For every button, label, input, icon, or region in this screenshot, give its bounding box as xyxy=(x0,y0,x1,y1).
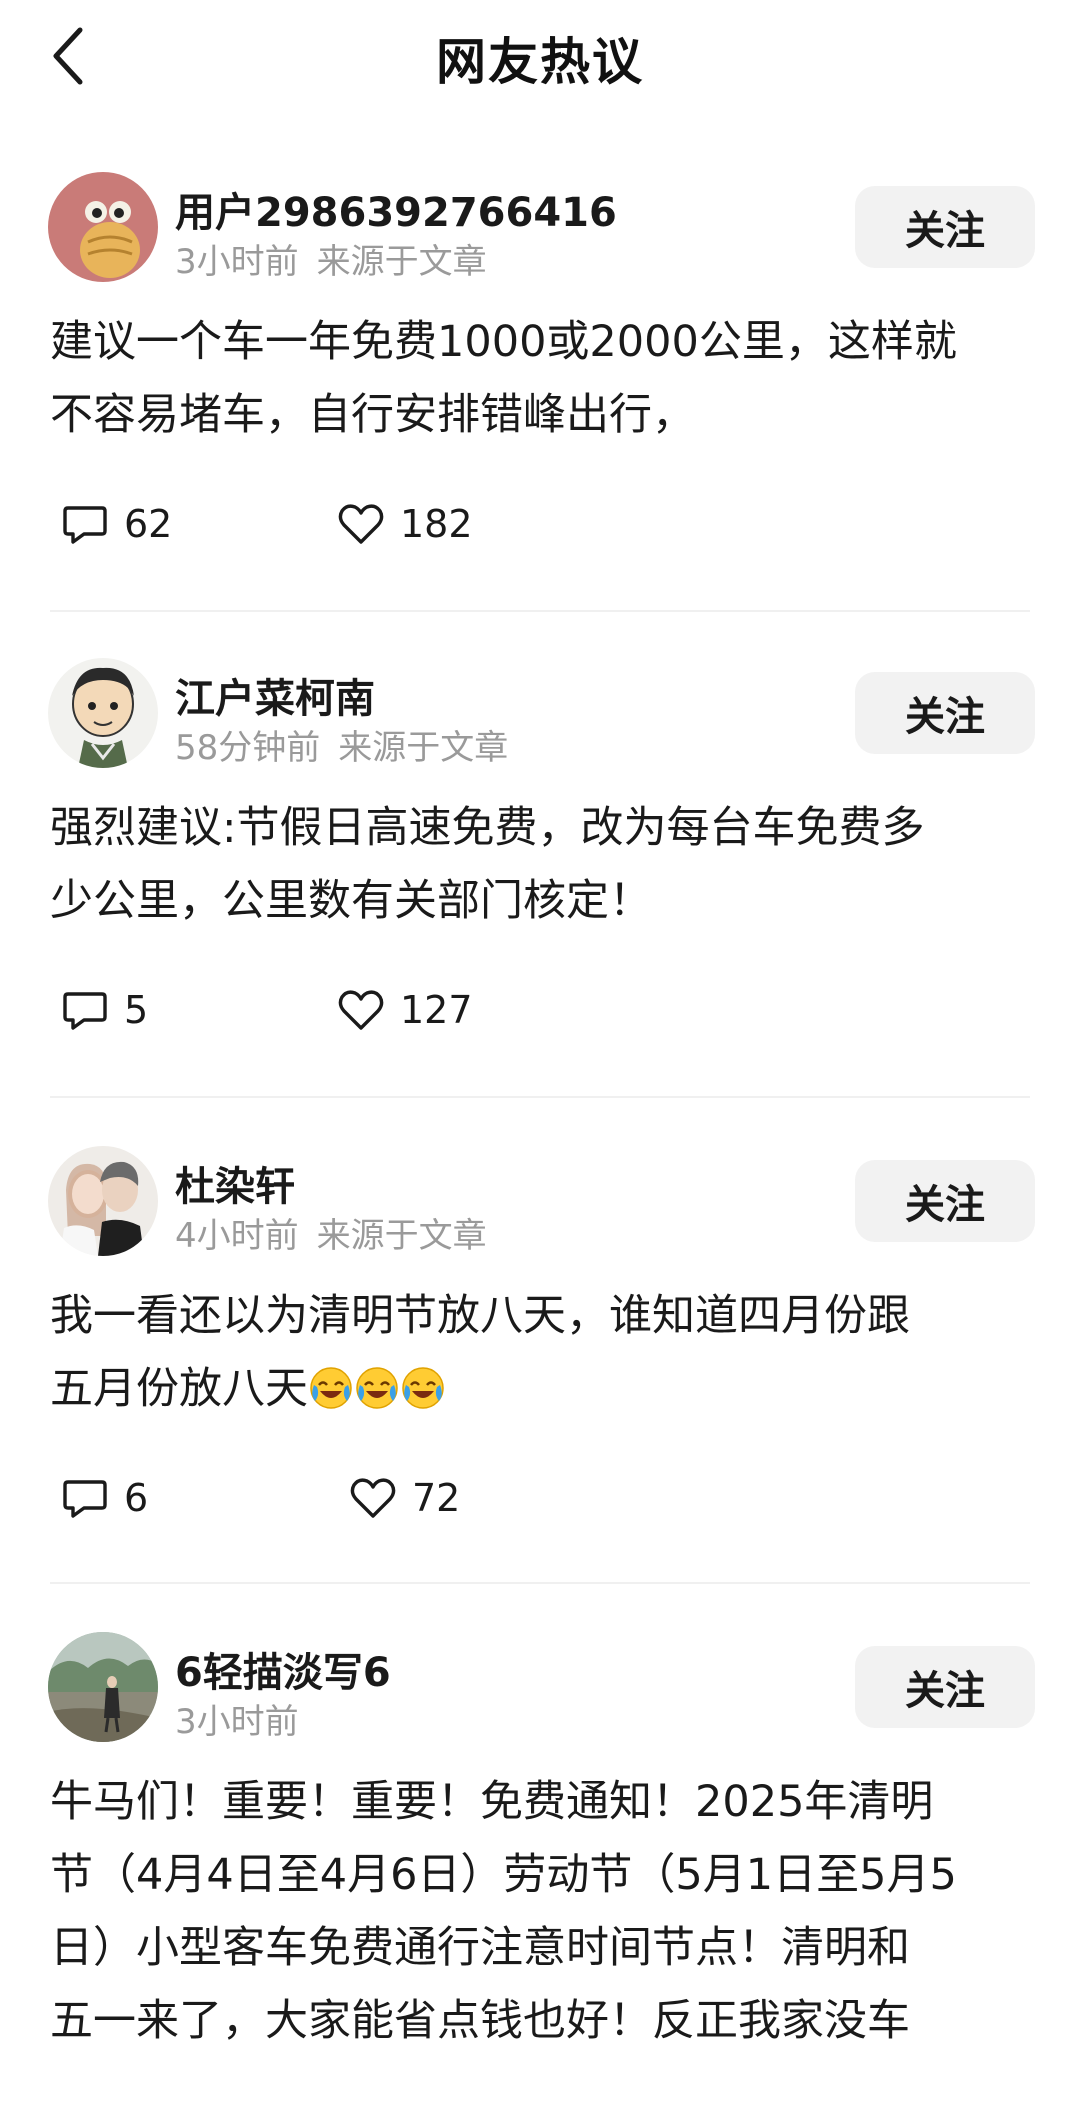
comment-text-line: 不容易堵车，自行安排错峰出行， xyxy=(50,390,695,440)
comment-item: 杜染轩 4小时前 来源于文章 关注 我一看还以为清明节放八天，谁知道四月份跟 五月… xyxy=(0,1146,1080,1586)
like-count: 72 xyxy=(412,1476,461,1520)
avatar-image xyxy=(48,658,158,768)
top-bar: 网友热议 xyxy=(0,0,1080,110)
comment-actions: 62 182 xyxy=(60,494,660,554)
user-name[interactable]: 6轻描淡写6 xyxy=(175,1640,391,1698)
comment-text-line: 日）小型客车免费通行注意时间节点！清明和 xyxy=(50,1923,910,1973)
comment-text[interactable]: 强烈建议:节假日高速免费，改为每台车免费多 少公里，公里数有关部门核定！ xyxy=(50,792,1040,938)
comment-text-line-with-emoji: 五月份放八天 xyxy=(50,1353,1040,1426)
divider xyxy=(50,1582,1030,1584)
comment-text[interactable]: 我一看还以为清明节放八天，谁知道四月份跟 五月份放八天 xyxy=(50,1280,1040,1426)
comment-bubble-icon xyxy=(63,1480,107,1518)
avatar-image xyxy=(48,1146,158,1256)
heart-icon xyxy=(338,504,384,544)
crying-laughing-emoji-icon xyxy=(310,1367,352,1409)
comment-text-line: 牛马们！重要！重要！免费通知！2025年清明 xyxy=(50,1777,934,1827)
like-count: 182 xyxy=(400,502,473,546)
comment-actions: 6 72 xyxy=(60,1468,660,1528)
comment-source: 来源于文章 xyxy=(316,1216,487,1256)
comment-bubble-icon xyxy=(63,992,107,1030)
follow-button[interactable]: 关注 xyxy=(855,1160,1035,1242)
comment-meta: 58分钟前 来源于文章 xyxy=(175,720,508,769)
reply-button[interactable]: 6 xyxy=(60,1468,148,1528)
comment-text-line: 五月份放八天 xyxy=(50,1364,308,1414)
comment-time: 3小时前 xyxy=(175,1702,299,1742)
avatar[interactable] xyxy=(48,658,158,768)
comment-actions: 5 127 xyxy=(60,980,660,1040)
avatar-image xyxy=(48,1632,158,1742)
heart-icon xyxy=(338,990,384,1030)
comment-time: 3小时前 xyxy=(175,242,299,282)
crying-laughing-emoji-icon xyxy=(402,1367,444,1409)
comments-page: 网友热议 用户2986392766416 3小时前 来源于文章 关注 建议一个车一… xyxy=(0,0,1080,2102)
divider xyxy=(50,610,1030,612)
comment-text-line: 强烈建议:节假日高速免费，改为每台车免费多 xyxy=(50,803,925,853)
reply-count: 5 xyxy=(124,988,149,1032)
comment-text-line: 节（4月4日至4月6日）劳动节（5月1日至5月5 xyxy=(50,1850,957,1900)
comment-item: 6轻描淡写6 3小时前 关注 牛马们！重要！重要！免费通知！2025年清明 节（… xyxy=(0,1632,1080,2102)
follow-button[interactable]: 关注 xyxy=(855,186,1035,268)
avatar[interactable] xyxy=(48,1146,158,1256)
comment-item: 江户菜柯南 58分钟前 来源于文章 关注 强烈建议:节假日高速免费，改为每台车免费… xyxy=(0,658,1080,1098)
comment-text-line: 五一来了，大家能省点钱也好！反正我家没车 xyxy=(50,1996,910,2046)
like-button[interactable]: 72 xyxy=(348,1468,460,1528)
comment-text[interactable]: 建议一个车一年免费1000或2000公里，这样就 不容易堵车，自行安排错峰出行， xyxy=(50,306,1040,452)
user-name[interactable]: 杜染轩 xyxy=(175,1154,295,1212)
heart-icon xyxy=(350,1478,396,1518)
comment-text-line: 建议一个车一年免费1000或2000公里，这样就 xyxy=(50,317,957,367)
comment-text-line: 我一看还以为清明节放八天，谁知道四月份跟 xyxy=(50,1291,910,1341)
comment-text-line: 少公里，公里数有关部门核定！ xyxy=(50,876,652,926)
comment-meta: 3小时前 xyxy=(175,1694,299,1743)
comment-meta: 4小时前 来源于文章 xyxy=(175,1208,487,1257)
divider xyxy=(50,1096,1030,1098)
like-button[interactable]: 127 xyxy=(336,980,473,1040)
comment-source: 来源于文章 xyxy=(316,242,487,282)
comment-time: 58分钟前 xyxy=(175,728,321,768)
comment-meta: 3小时前 来源于文章 xyxy=(175,234,487,283)
reply-count: 62 xyxy=(124,502,173,546)
reply-button[interactable]: 5 xyxy=(60,980,148,1040)
like-count: 127 xyxy=(400,988,473,1032)
comment-bubble-icon xyxy=(63,506,107,544)
crying-laughing-emoji-icon xyxy=(356,1367,398,1409)
user-name[interactable]: 用户2986392766416 xyxy=(175,180,617,238)
avatar[interactable] xyxy=(48,1632,158,1742)
page-title: 网友热议 xyxy=(436,33,644,91)
like-button[interactable]: 182 xyxy=(336,494,473,554)
follow-button[interactable]: 关注 xyxy=(855,1646,1035,1728)
avatar[interactable] xyxy=(48,172,158,282)
comment-text[interactable]: 牛马们！重要！重要！免费通知！2025年清明 节（4月4日至4月6日）劳动节（5… xyxy=(50,1766,1040,2058)
reply-button[interactable]: 62 xyxy=(60,494,172,554)
comment-item: 用户2986392766416 3小时前 来源于文章 关注 建议一个车一年免费10… xyxy=(0,172,1080,612)
avatar-image xyxy=(48,172,158,282)
comment-time: 4小时前 xyxy=(175,1216,299,1256)
user-name[interactable]: 江户菜柯南 xyxy=(175,666,375,724)
follow-button[interactable]: 关注 xyxy=(855,672,1035,754)
comment-source: 来源于文章 xyxy=(338,728,509,768)
reply-count: 6 xyxy=(124,1476,149,1520)
